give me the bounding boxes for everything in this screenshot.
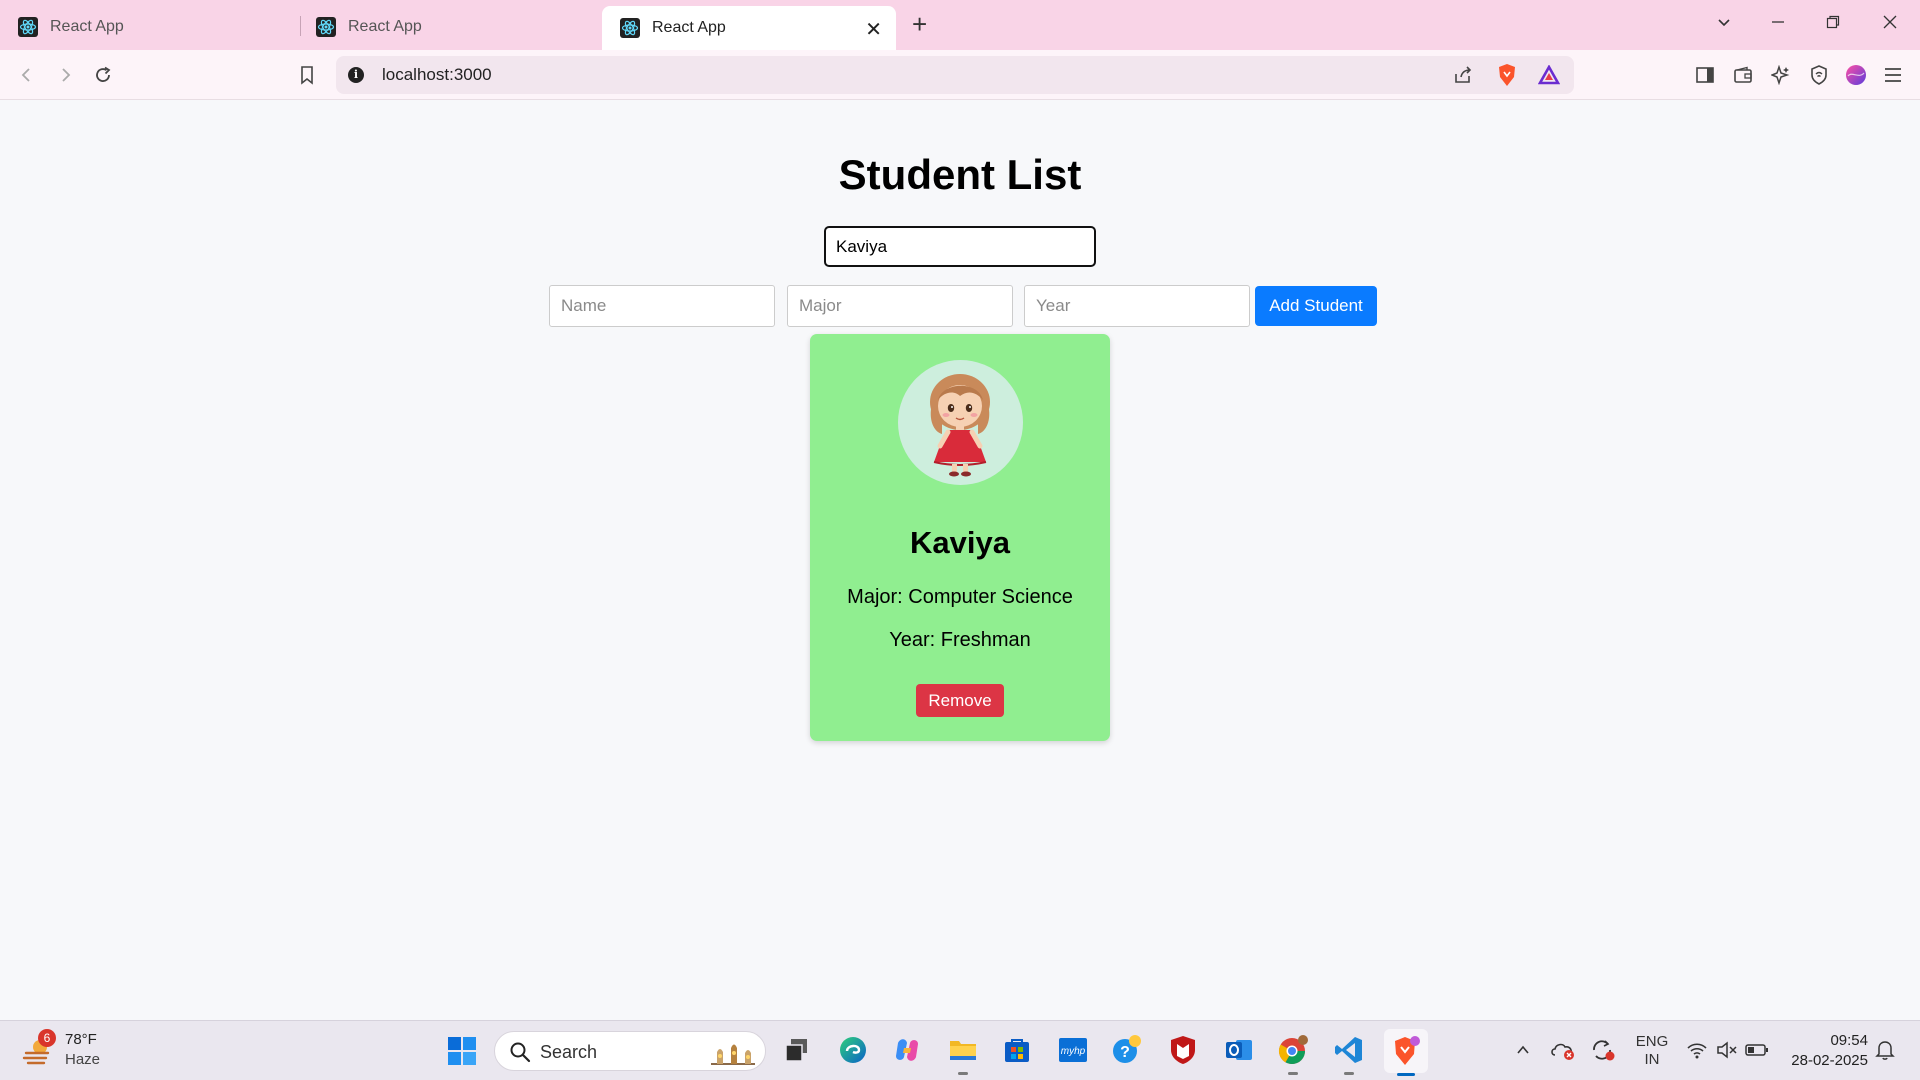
copilot-icon[interactable]	[890, 1033, 924, 1067]
browser-tab-1[interactable]: React App	[0, 8, 300, 45]
browser-toolbar: i localhost:3000	[0, 50, 1920, 100]
language-code: ENG	[1635, 1033, 1669, 1050]
weather-widget[interactable]: 6 78°F Haze	[22, 1029, 132, 1073]
bookmark-icon[interactable]	[294, 62, 320, 88]
add-student-button[interactable]: Add Student	[1255, 286, 1377, 326]
student-major: Major: Computer Science	[847, 586, 1073, 608]
address-bar[interactable]: i localhost:3000	[336, 56, 1574, 94]
myhp-icon[interactable]: myhp	[1056, 1033, 1090, 1067]
student-card: Kaviya Major: Computer Science Year: Fre…	[810, 334, 1110, 741]
taskbar-search-label: Search	[540, 1042, 598, 1062]
page-title: Student List	[838, 151, 1082, 198]
weather-condition: Haze	[65, 1051, 101, 1068]
year-field[interactable]	[1024, 285, 1250, 327]
sidebar-toggle-icon[interactable]	[1692, 62, 1718, 88]
task-view-icon[interactable]	[780, 1033, 814, 1067]
chrome-icon[interactable]	[1276, 1033, 1310, 1075]
major-field[interactable]	[787, 285, 1013, 327]
file-explorer-icon[interactable]	[946, 1033, 980, 1075]
battery-icon[interactable]	[1740, 1033, 1774, 1067]
vscode-icon[interactable]	[1332, 1033, 1366, 1075]
edge-browser-icon[interactable]	[836, 1033, 870, 1067]
remove-button[interactable]: Remove	[916, 684, 1004, 717]
active-app-indicator	[1397, 1073, 1415, 1076]
wallet-icon[interactable]	[1730, 62, 1756, 88]
clock-time: 09:54	[1830, 1032, 1868, 1049]
tab-title: React App	[50, 17, 124, 35]
address-text[interactable]: localhost:3000	[382, 65, 492, 85]
back-icon[interactable]	[14, 62, 40, 88]
browser-tab-strip: React App React App React App ✕ +	[0, 0, 1920, 50]
weather-temp: 78°F	[65, 1031, 97, 1048]
running-indicator	[1288, 1072, 1298, 1075]
onedrive-error-icon[interactable]	[1546, 1033, 1580, 1067]
taskbar-search-box[interactable]: Search	[494, 1031, 766, 1071]
outlook-icon[interactable]	[1222, 1033, 1256, 1067]
app-page: Student List Add Student	[0, 101, 1920, 1020]
student-avatar	[898, 360, 1023, 485]
restore-icon[interactable]	[1825, 10, 1841, 38]
menu-hamburger-icon[interactable]	[1880, 62, 1906, 88]
student-name: Kaviya	[910, 525, 1010, 560]
tab-search-chevron-icon[interactable]	[1716, 10, 1732, 38]
get-help-icon[interactable]: ?	[1110, 1033, 1144, 1067]
tab-close-icon[interactable]: ✕	[865, 17, 882, 42]
tab-title: React App	[348, 17, 422, 35]
forward-icon[interactable]	[52, 62, 78, 88]
minimize-icon[interactable]	[1770, 10, 1786, 38]
share-icon[interactable]	[1450, 62, 1476, 88]
brave-browser-taskbar-icon[interactable]	[1384, 1029, 1428, 1076]
student-year: Year: Freshman	[889, 629, 1031, 651]
search-input[interactable]	[824, 226, 1096, 267]
volume-muted-icon[interactable]	[1710, 1033, 1744, 1067]
react-favicon-icon	[18, 16, 38, 37]
system-clock[interactable]: 09:54 28-02-2025	[1772, 1031, 1868, 1071]
leo-ai-icon[interactable]	[1768, 62, 1794, 88]
browser-tab-3-active[interactable]: React App ✕	[602, 6, 896, 50]
react-favicon-icon	[316, 16, 336, 37]
name-field[interactable]	[549, 285, 775, 327]
svg-text:?: ?	[1120, 1044, 1130, 1061]
vpn-shield-icon[interactable]	[1806, 62, 1832, 88]
browser-tab-2[interactable]: React App	[298, 8, 598, 45]
close-window-icon[interactable]	[1882, 10, 1898, 38]
profile-avatar-icon[interactable]	[1843, 62, 1869, 88]
input-language-indicator[interactable]: ENG IN	[1634, 1033, 1670, 1069]
clock-date: 28-02-2025	[1791, 1052, 1868, 1069]
running-indicator	[1344, 1072, 1354, 1075]
show-hidden-icons-chevron-icon[interactable]	[1506, 1033, 1540, 1067]
windows-start-icon[interactable]	[445, 1034, 479, 1068]
mcafee-icon[interactable]	[1166, 1033, 1200, 1067]
brave-rewards-icon[interactable]	[1536, 62, 1562, 88]
sync-alert-icon[interactable]	[1586, 1033, 1620, 1067]
running-indicator	[958, 1072, 968, 1075]
region-code: IN	[1644, 1051, 1660, 1068]
notification-bell-icon[interactable]	[1868, 1033, 1902, 1067]
weather-alert-badge: 6	[38, 1029, 56, 1047]
tab-title: React App	[652, 19, 726, 36]
brave-shields-icon[interactable]	[1494, 62, 1520, 88]
react-favicon-icon	[620, 18, 640, 38]
site-info-icon[interactable]: i	[348, 67, 364, 83]
search-highlight-lamps-icon	[711, 1044, 755, 1065]
search-icon	[510, 1042, 531, 1063]
wifi-icon[interactable]	[1680, 1033, 1714, 1067]
reload-icon[interactable]	[90, 62, 116, 88]
windows-taskbar: 6 78°F Haze Search myhp ? ENG IN 09:54 2…	[0, 1020, 1920, 1080]
svg-text:myhp: myhp	[1061, 1046, 1086, 1057]
new-tab-icon[interactable]: +	[912, 10, 927, 38]
microsoft-store-icon[interactable]	[1000, 1033, 1034, 1067]
